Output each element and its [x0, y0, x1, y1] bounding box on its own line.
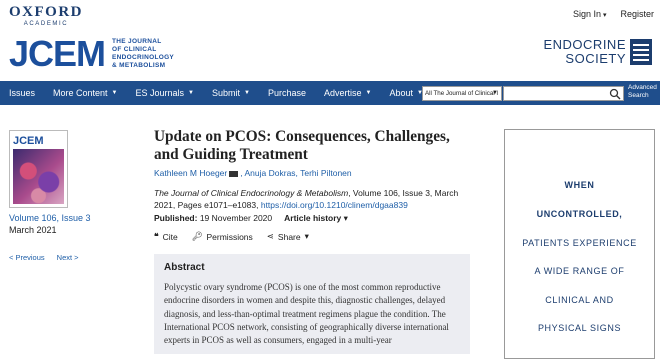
abstract-section: Abstract Polycystic ovary syndrome (PCOS…: [154, 254, 470, 354]
search-scope-select[interactable]: All The Journal of Clinical I ▼: [422, 86, 502, 101]
citation: The Journal of Clinical Endocrinology & …: [154, 187, 472, 211]
quote-icon: ❝: [154, 231, 159, 241]
permissions-label: Permissions: [206, 231, 253, 242]
nav-label: More Content: [53, 88, 108, 98]
author-link[interactable]: Terhi Piltonen: [300, 168, 352, 178]
journal-abbr: JCEM: [9, 33, 106, 74]
citation-journal: The Journal of Clinical Endocrinology & …: [154, 188, 349, 198]
header: OXFORD ACADEMIC Sign In ▾ Register JCEM T…: [0, 0, 660, 78]
author-list: Kathleen M Hoeger, Anuja Dokras, Terhi P…: [154, 168, 352, 178]
previous-article-link[interactable]: < Previous: [9, 253, 45, 262]
cover-title: JCEM: [13, 135, 44, 147]
endocrine-society-logo[interactable]: ENDOCRINE SOCIETY: [543, 38, 652, 66]
journal-fullname: THE JOURNAL OF CLINICAL ENDOCRINOLOGY & …: [112, 38, 174, 70]
cite-button[interactable]: ❝ Cite: [154, 231, 178, 242]
ad-text-line: A WIDE RANGE OF: [534, 266, 625, 276]
sign-in-label: Sign In: [572, 9, 601, 19]
society-name-line: ENDOCRINE: [543, 37, 626, 52]
search-icon[interactable]: [609, 88, 621, 100]
nav-submit[interactable]: Submit ▼: [203, 88, 259, 98]
advanced-search-label: Search: [628, 92, 649, 99]
article-title: Update on PCOS: Consequences, Challenges…: [154, 128, 450, 163]
advanced-search-label: Advanced: [628, 84, 657, 91]
advanced-search-link[interactable]: Advanced Search: [628, 84, 657, 100]
author-link[interactable]: Anuja Dokras: [245, 168, 296, 178]
journal-name-line: OF CLINICAL: [112, 46, 157, 53]
issue-date: March 2021: [9, 225, 57, 235]
chevron-down-icon: ▼: [365, 90, 372, 96]
publication-info: Published: 19 November 2020 Article hist…: [154, 213, 472, 224]
published-label: Published:: [154, 213, 198, 223]
email-icon[interactable]: [229, 170, 239, 177]
oxford-academic-logo[interactable]: OXFORD ACADEMIC: [9, 4, 83, 28]
nav-more-content[interactable]: More Content ▼: [44, 88, 126, 98]
nav-label: ES Journals: [135, 88, 185, 98]
society-name-line: SOCIETY: [565, 51, 626, 66]
nav-label: Purchase: [267, 88, 306, 98]
key-icon: 🔑︎: [191, 231, 203, 241]
article-tools: ❝ Cite 🔑︎ Permissions ⋖ Share ▾: [154, 231, 309, 242]
share-icon: ⋖: [266, 231, 274, 241]
sign-in-link[interactable]: Sign In ▾: [573, 9, 607, 19]
article-history-label: Article history: [284, 213, 342, 223]
chevron-down-icon: ▼: [188, 90, 194, 96]
chevron-down-icon: ▾: [304, 231, 309, 241]
chevron-down-icon: ▾: [602, 12, 607, 19]
nav-issues[interactable]: Issues: [0, 88, 44, 98]
ad-text-line: UNCONTROLLED,: [536, 209, 623, 219]
account-links: Sign In ▾ Register: [573, 9, 654, 19]
chevron-down-icon: ▼: [244, 90, 250, 96]
nav-label: About: [389, 88, 413, 98]
advertisement[interactable]: WHEN UNCONTROLLED, PATIENTS EXPERIENCE A…: [504, 129, 655, 359]
register-link[interactable]: Register: [620, 9, 654, 19]
ad-text-line: CLINICAL AND: [545, 295, 614, 305]
search-input[interactable]: [503, 86, 624, 101]
nav-label: Issues: [9, 88, 36, 98]
article-history-toggle[interactable]: Article history ▾: [284, 213, 348, 224]
doi-link[interactable]: https://doi.org/10.1210/clinem/dgaa839: [261, 200, 408, 210]
ad-text-line: PHYSICAL SIGNS: [537, 323, 622, 333]
chevron-down-icon: ▾: [343, 213, 348, 223]
society-name: ENDOCRINE SOCIETY: [543, 38, 626, 66]
issue-pagination: < Previous Next >: [9, 253, 79, 262]
chevron-down-icon: ▼: [492, 90, 498, 96]
issue-cover-image[interactable]: JCEM: [9, 130, 68, 208]
journal-logo[interactable]: JCEM THE JOURNAL OF CLINICAL ENDOCRINOLO…: [9, 36, 174, 72]
ad-text-line: PATIENTS EXPERIENCE: [522, 238, 637, 248]
nav-es-journals[interactable]: ES Journals ▼: [127, 88, 203, 98]
article-header: Update on PCOS: Consequences, Challenges…: [154, 128, 472, 224]
issue-volume-link[interactable]: Volume 106, Issue 3: [9, 212, 91, 224]
journal-name-line: THE JOURNAL: [112, 38, 162, 45]
ad-text-line: WHEN: [564, 180, 595, 190]
permissions-button[interactable]: 🔑︎ Permissions: [192, 231, 253, 242]
cover-artwork: [13, 149, 64, 204]
abstract-text: Polycystic ovary syndrome (PCOS) is one …: [164, 282, 449, 346]
share-label: Share: [277, 231, 301, 242]
chevron-down-icon: ▼: [111, 90, 118, 96]
next-article-link[interactable]: Next >: [57, 253, 79, 262]
nav-label: Advertise: [323, 88, 362, 98]
issue-info: Volume 106, Issue 3 March 2021: [9, 212, 91, 236]
search-scope-value: All The Journal of Clinical I: [425, 90, 499, 97]
society-emblem-icon: [630, 39, 652, 65]
nav-advertise[interactable]: Advertise ▼: [315, 88, 380, 98]
abstract-heading: Abstract: [164, 262, 205, 273]
author-link[interactable]: Kathleen M Hoeger: [154, 168, 227, 178]
publisher-subname: ACADEMIC: [23, 21, 69, 27]
nav-purchase[interactable]: Purchase: [259, 88, 315, 98]
journal-name-line: & METABOLISM: [112, 62, 166, 69]
published-date: 19 November 2020: [199, 213, 273, 223]
journal-name-line: ENDOCRINOLOGY: [112, 54, 175, 61]
share-button[interactable]: ⋖ Share ▾: [267, 231, 309, 242]
nav-label: Submit: [211, 88, 240, 98]
publisher-name: OXFORD: [9, 4, 83, 20]
cite-label: Cite: [162, 231, 178, 242]
